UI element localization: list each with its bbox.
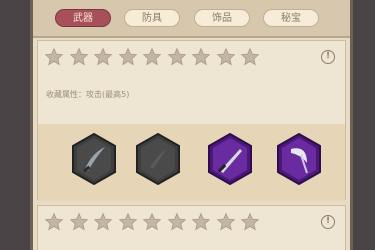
star-icon — [93, 47, 113, 66]
weapon-slot[interactable] — [136, 132, 180, 186]
star-icon — [240, 212, 260, 231]
weapon-slot[interactable] — [277, 132, 321, 186]
weapon-slot-row — [38, 124, 345, 201]
star-icon — [69, 212, 88, 231]
weapon-slot[interactable] — [208, 132, 252, 186]
star-icon — [240, 47, 260, 66]
star-icon — [167, 212, 186, 231]
collection-set-card: ! — [37, 205, 346, 250]
tab-armor[interactable]: 防具 — [124, 9, 180, 27]
collection-panel: 武器 防具 饰品 秘宝 ! 收藏属性：攻击(最高5) ! — [30, 0, 353, 250]
collection-attribute-text: 收藏属性：攻击(最高5) — [46, 90, 130, 99]
star-icon — [93, 212, 113, 231]
star-icon — [216, 47, 235, 66]
weapon-slot[interactable] — [72, 132, 116, 186]
category-tab-bar: 武器 防具 饰品 秘宝 — [33, 0, 350, 38]
star-icon — [44, 47, 64, 66]
star-icon — [167, 47, 186, 66]
collection-set-card: ! 收藏属性：攻击(最高5) — [37, 40, 346, 201]
star-icon — [191, 212, 211, 231]
star-icon — [142, 212, 162, 231]
star-icon — [118, 212, 137, 231]
tab-accessories[interactable]: 饰品 — [194, 9, 250, 27]
tab-treasures[interactable]: 秘宝 — [263, 9, 319, 27]
star-icon — [216, 212, 235, 231]
info-icon[interactable]: ! — [321, 215, 335, 229]
tab-weapons[interactable]: 武器 — [55, 9, 111, 27]
star-icon — [142, 47, 162, 66]
info-icon[interactable]: ! — [321, 50, 335, 64]
star-icon — [44, 212, 64, 231]
star-icon — [118, 47, 137, 66]
star-icon — [191, 47, 211, 66]
star-icon — [69, 47, 88, 66]
